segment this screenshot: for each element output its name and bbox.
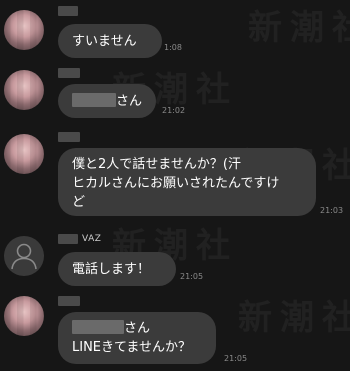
message-time: 21:02	[162, 106, 186, 115]
avatar[interactable]	[4, 296, 44, 336]
message-text: 電話します！	[72, 262, 151, 277]
message-time: 1:08	[164, 43, 182, 52]
sender-name-redacted	[58, 234, 78, 244]
avatar[interactable]	[4, 134, 44, 174]
message-bubble[interactable]: 電話します！	[58, 252, 176, 286]
default-avatar-icon	[11, 243, 37, 270]
message-line: LINEきてませんか？	[72, 340, 191, 355]
message-text: すいません	[72, 34, 137, 49]
message-line: ヒカルさんにお願いされたんですけ	[72, 176, 280, 191]
avatar[interactable]	[4, 70, 44, 110]
message-line: 僕と2人で話せませんか？(汗	[72, 157, 241, 172]
message-bubble[interactable]: さん	[58, 84, 156, 118]
message-line: ど	[72, 195, 86, 210]
message-bubble[interactable]: 僕と2人で話せませんか？(汗 ヒカルさんにお願いされたんですけ ど	[58, 148, 316, 216]
sender-tag: VAZ	[82, 234, 102, 244]
message-text: さん	[124, 321, 151, 336]
avatar[interactable]	[4, 236, 44, 276]
sender-name-redacted	[58, 6, 78, 16]
message-time: 21:03	[320, 206, 344, 215]
sender-name-redacted	[58, 132, 80, 142]
message-text: さん	[116, 94, 143, 109]
redacted-name	[72, 320, 124, 334]
message-time: 21:05	[180, 272, 204, 281]
redacted-name	[72, 93, 116, 107]
message-time: 21:05	[224, 354, 248, 363]
watermark: 新潮社	[238, 298, 350, 338]
avatar[interactable]	[4, 10, 44, 50]
sender-name-redacted	[58, 68, 80, 78]
message-bubble[interactable]: さん LINEきてませんか？	[58, 312, 216, 364]
watermark: 新潮社	[248, 8, 350, 48]
message-bubble[interactable]: すいません	[58, 24, 162, 58]
sender-name-redacted	[58, 296, 80, 306]
